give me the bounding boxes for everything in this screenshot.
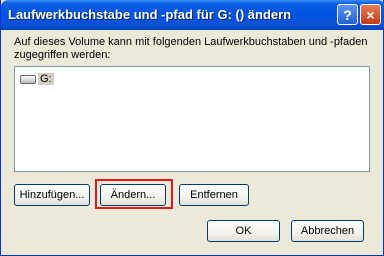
remove-button[interactable]: Entfernen — [179, 184, 249, 206]
drive-path-list[interactable]: G: — [14, 66, 370, 172]
title-bar[interactable]: Laufwerkbuchstabe und -pfad für G: () än… — [1, 0, 384, 30]
cancel-button[interactable]: Abbrechen — [291, 220, 364, 242]
ok-button[interactable]: OK — [207, 220, 280, 242]
change-drive-letter-dialog: Laufwerkbuchstabe und -pfad für G: () än… — [0, 0, 384, 256]
highlight-box — [95, 179, 173, 209]
drive-letter-label: G: — [38, 73, 54, 85]
help-icon: ? — [343, 6, 352, 23]
list-item[interactable]: G: — [20, 73, 54, 85]
help-button[interactable]: ? — [337, 4, 358, 25]
dialog-title: Laufwerkbuchstabe und -pfad für G: () än… — [8, 7, 292, 22]
drive-icon — [20, 74, 36, 84]
add-button[interactable]: Hinzufügen... — [14, 184, 90, 206]
description-text: Auf dieses Volume kann mit folgenden Lau… — [14, 36, 368, 61]
close-icon: × — [366, 6, 375, 23]
close-button[interactable]: × — [360, 4, 381, 25]
